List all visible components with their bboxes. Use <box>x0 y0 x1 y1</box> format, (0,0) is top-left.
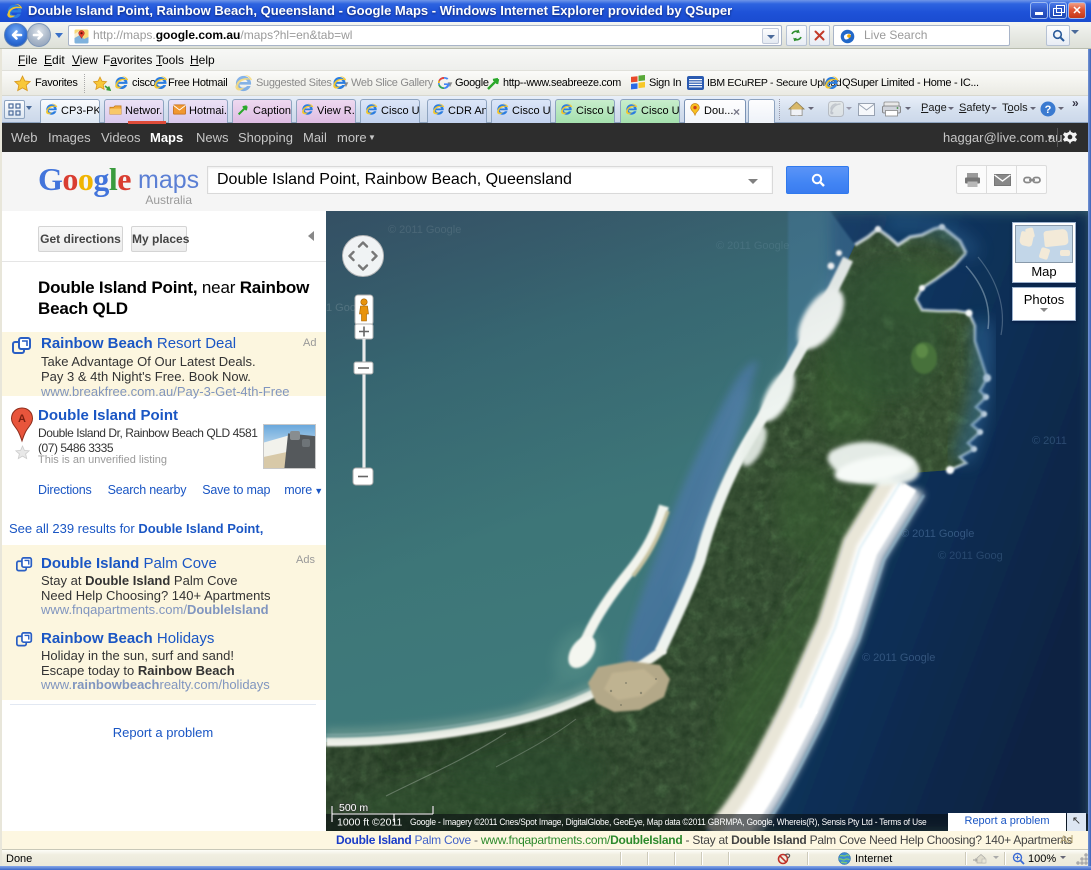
svg-text:A: A <box>18 413 26 425</box>
svg-text:500 m: 500 m <box>339 802 368 814</box>
svg-text:1 Goo: 1 Goo <box>326 302 356 314</box>
svg-text:© 2011 Google: © 2011 Google <box>388 224 461 236</box>
svg-text:© 2011 Goog: © 2011 Goog <box>938 550 1003 562</box>
svg-text:© 2011 Google: © 2011 Google <box>901 528 974 540</box>
svg-text:?: ? <box>1045 104 1052 116</box>
svg-text:1000 ft ©2011: 1000 ft ©2011 <box>337 817 403 829</box>
svg-text:© 2011 Google: © 2011 Google <box>716 240 789 252</box>
svg-text:© 2011: © 2011 <box>1032 435 1067 447</box>
svg-text:© 2011 Google: © 2011 Google <box>862 652 935 664</box>
